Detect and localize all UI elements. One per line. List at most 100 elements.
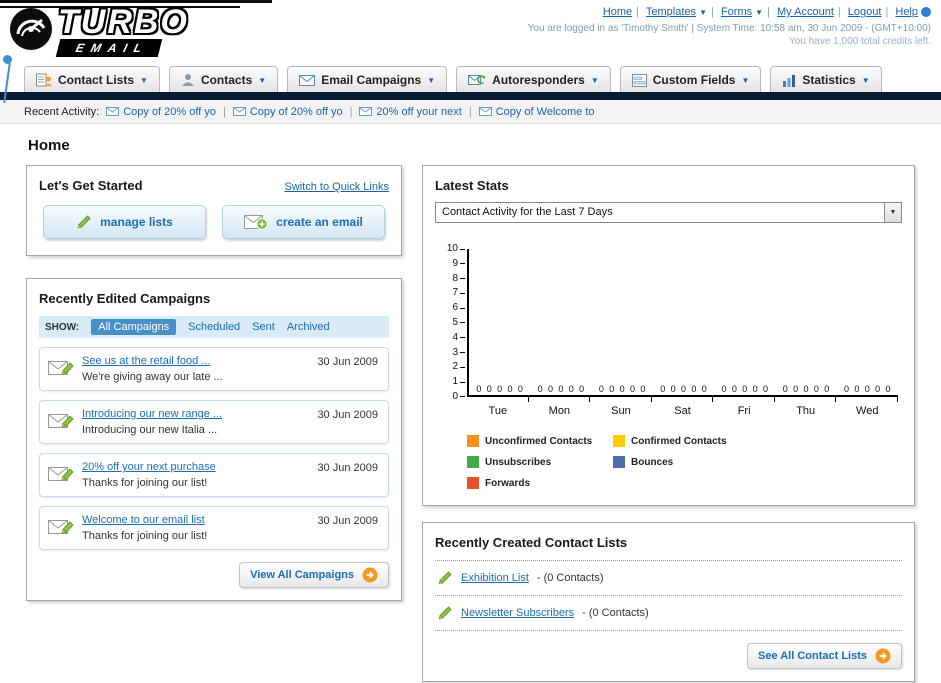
tab-custom-fields[interactable]: Custom Fields ▼: [619, 66, 762, 92]
get-started-title: Let's Get Started: [39, 178, 143, 193]
top-nav-links: Home | Templates ▼ | Forms ▼ | My Account | …: [528, 6, 931, 18]
bar-value-label: 0: [558, 384, 564, 394]
contact-list-link[interactable]: Newsletter Subscribers: [461, 607, 574, 619]
bar-value-label: 0: [548, 384, 554, 394]
bar-value-label: 0: [721, 384, 727, 394]
campaign-row: 20% off your next purchase Thanks for jo…: [39, 453, 389, 497]
manage-lists-button[interactable]: manage lists: [43, 205, 206, 239]
stats-title: Latest Stats: [435, 178, 509, 193]
home-link[interactable]: Home: [603, 6, 632, 18]
recent-activity-item[interactable]: 20% off your next: [359, 106, 462, 118]
tab-label: Contacts: [200, 73, 253, 87]
bar-value-label: 0: [742, 384, 748, 394]
bar-value-label: 0: [803, 384, 809, 394]
bar-value-label: 0: [670, 384, 676, 394]
filter-scheduled[interactable]: Scheduled: [188, 321, 240, 333]
bar-value-label: 0: [660, 384, 666, 394]
y-axis-label: 4: [439, 332, 465, 343]
stats-period-select[interactable]: Contact Activity for the Last 7 Days ▼: [435, 202, 902, 223]
recent-activity-label: Recent Activity:: [24, 105, 100, 118]
header: TURBO EMAIL Home | Templates ▼ | Forms ▼ | …: [0, 0, 941, 103]
tab-label: Statistics: [802, 73, 856, 87]
help-link[interactable]: Help: [895, 6, 918, 18]
filter-archived[interactable]: Archived: [287, 321, 330, 333]
logout-link[interactable]: Logout: [848, 6, 882, 18]
arrow-right-icon: [362, 567, 378, 583]
get-started-panel: Let's Get Started Switch to Quick Links …: [26, 165, 402, 256]
chart-y-axis: 10 9 8 7 6 5 4 3 2 1 0: [439, 244, 465, 402]
campaign-link[interactable]: 20% off your next purchase: [82, 461, 308, 473]
show-label: SHOW:: [45, 321, 80, 333]
bar-value-label: 0: [619, 384, 625, 394]
recent-campaigns-panel: Recently Edited Campaigns SHOW: All Camp…: [26, 278, 402, 601]
campaign-link[interactable]: Introducing our new range ...: [82, 408, 308, 420]
switch-quick-links[interactable]: Switch to Quick Links: [284, 181, 389, 193]
credits-remaining: You have 1,000 total credits left.: [789, 36, 931, 47]
chart-xlabels: Tue Mon Sun Sat Fri Thu Wed: [467, 405, 898, 417]
campaign-link[interactable]: Welcome to our email list: [82, 514, 308, 526]
tab-email-campaigns[interactable]: Email Campaigns ▼: [287, 66, 448, 92]
campaign-subtitle: Thanks for joining our list!: [82, 477, 208, 489]
bar-value-label: 0: [476, 384, 482, 394]
envelope-icon: [232, 107, 246, 116]
bar-value-label: 0: [885, 384, 891, 394]
chart-bar-group: 00000: [714, 249, 775, 395]
logo-text-email: EMAIL: [55, 39, 163, 57]
chart-legend: Unconfirmed Contacts Confirmed Contacts Un…: [467, 435, 898, 489]
my-account-link[interactable]: My Account: [777, 6, 834, 18]
campaign-subtitle: Introducing our new Italia ...: [82, 424, 218, 436]
tab-statistics[interactable]: Statistics ▼: [770, 66, 882, 92]
campaign-date: 30 Jun 2009: [317, 515, 378, 527]
legend-label: Forwards: [485, 477, 531, 489]
campaign-row: Welcome to our email list Thanks for joi…: [39, 506, 389, 550]
app-logo: TURBO EMAIL: [8, 5, 189, 57]
chevron-down-icon: ▼: [258, 75, 267, 85]
bar-value-label: 0: [517, 384, 523, 394]
contact-list-count: - (0 Contacts): [582, 607, 649, 619]
bar-value-label: 0: [497, 384, 503, 394]
y-axis-label: 1: [439, 377, 465, 387]
bar-value-label: 0: [813, 384, 819, 394]
view-all-campaigns-button[interactable]: View All Campaigns: [239, 562, 389, 588]
bar-value-label: 0: [793, 384, 799, 394]
tab-label: Custom Fields: [652, 73, 736, 87]
tab-contact-lists[interactable]: Contact Lists ▼: [24, 66, 160, 92]
help-icon[interactable]: [921, 7, 931, 18]
tab-label: Autoresponders: [492, 73, 585, 87]
campaign-link[interactable]: See us at the retail food ...: [82, 355, 308, 367]
y-axis-label: 7: [439, 288, 465, 298]
recent-activity-item[interactable]: Copy of Welcome to: [478, 106, 595, 118]
create-email-button[interactable]: create an email: [222, 205, 385, 239]
recent-activity-item[interactable]: Copy of 20% off yo: [232, 106, 343, 118]
campaign-envelope-pencil-icon: [48, 361, 74, 375]
campaign-date: 30 Jun 2009: [317, 356, 378, 368]
bar-value-label: 0: [762, 384, 768, 394]
legend-item: Bounces: [613, 456, 759, 468]
campaign-envelope-pencil-icon: [48, 467, 74, 481]
tab-autoresponders[interactable]: Autoresponders ▼: [456, 66, 611, 92]
contact-list-item: Newsletter Subscribers - (0 Contacts): [435, 595, 902, 631]
bar-value-label: 0: [609, 384, 615, 394]
bar-value-label: 0: [486, 384, 492, 394]
filter-sent[interactable]: Sent: [252, 321, 275, 333]
contact-lists-title: Recently Created Contact Lists: [435, 535, 628, 550]
legend-label: Unsubscribes: [485, 456, 552, 468]
contact-lists-panel: Recently Created Contact Lists Exhibitio…: [422, 522, 915, 682]
see-all-contact-lists-button[interactable]: See All Contact Lists: [746, 643, 902, 669]
bar-value-label: 0: [691, 384, 697, 394]
templates-link[interactable]: Templates: [646, 6, 696, 18]
recent-activity-item[interactable]: Copy of 20% off yo: [106, 106, 216, 118]
bar-value-label: 0: [680, 384, 686, 394]
y-axis-label: 10: [439, 244, 465, 254]
tab-contacts[interactable]: Contacts ▼: [168, 66, 279, 92]
bar-value-label: 0: [630, 384, 636, 394]
forms-link[interactable]: Forms: [721, 6, 752, 18]
bar-value-label: 0: [854, 384, 860, 394]
legend-item: Unconfirmed Contacts: [467, 435, 613, 447]
contact-lists-icon: [36, 73, 52, 87]
contact-list-link[interactable]: Exhibition List: [461, 572, 529, 584]
chevron-down-icon: ▼: [755, 8, 764, 17]
filter-all-campaigns[interactable]: All Campaigns: [91, 319, 177, 335]
y-axis-label: 9: [439, 258, 465, 269]
bar-value-label: 0: [537, 384, 543, 394]
